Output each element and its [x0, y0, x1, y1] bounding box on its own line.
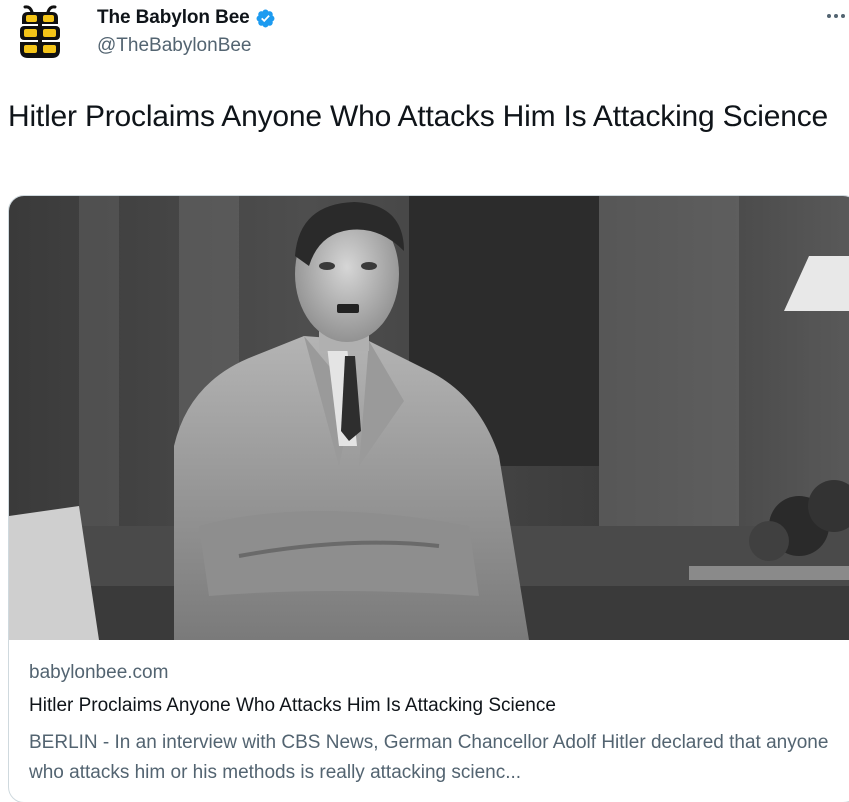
display-name[interactable]: The Babylon Bee [97, 7, 250, 29]
babylon-bee-logo-icon [9, 3, 71, 65]
card-domain: babylonbee.com [29, 662, 169, 683]
link-card[interactable]: babylonbee.com Hitler Proclaims Anyone W… [8, 195, 849, 802]
card-title: Hitler Proclaims Anyone Who Attacks Him … [29, 695, 556, 716]
more-options-icon[interactable] [822, 4, 849, 28]
author-name-row[interactable]: The Babylon Bee [97, 5, 276, 31]
more-dot [826, 14, 831, 18]
card-description: BERLIN - In an interview with CBS News, … [29, 732, 829, 783]
card-photo [9, 196, 849, 640]
verified-badge-icon [256, 9, 275, 27]
tweet: The Babylon Bee @TheBabylonBee Hitler Pr… [0, 0, 849, 802]
more-dot [833, 14, 838, 18]
avatar[interactable] [8, 2, 72, 66]
more-dot [840, 14, 845, 18]
card-image[interactable] [9, 196, 849, 640]
tweet-text: Hitler Proclaims Anyone Who Attacks Him … [8, 100, 828, 133]
author-handle[interactable]: @TheBabylonBee [97, 35, 252, 57]
